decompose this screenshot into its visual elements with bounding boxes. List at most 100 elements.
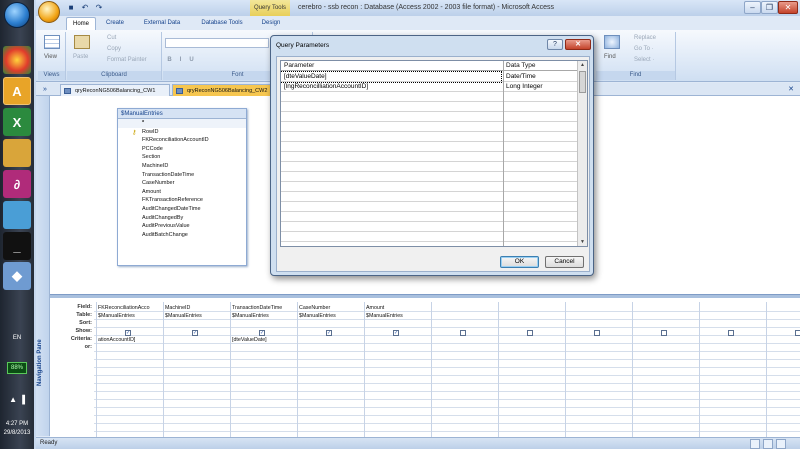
parameter-row[interactable] [281,102,577,112]
parameter-row[interactable] [281,152,577,162]
parameter-row[interactable] [281,212,577,222]
field-cell[interactable]: FKReconciliationAcco [98,304,162,312]
criteria-cell[interactable] [299,336,363,344]
chevron-right-icon[interactable]: » [38,84,52,95]
field-cell[interactable]: CaseNumber [299,304,363,312]
cut-button[interactable]: Cut [107,35,116,41]
table-cell[interactable]: $ManualEntries [232,312,296,320]
scroll-up-icon[interactable]: ▲ [578,61,587,70]
criteria-cell[interactable] [165,336,229,344]
tab-home[interactable]: Home [66,17,96,30]
italic-icon[interactable]: I [176,56,185,65]
parameter-row[interactable]: [lngReconcilliationAccountID] Long Intege… [281,82,577,92]
media-icon[interactable]: ◆ [3,262,31,290]
query-grid-column[interactable]: TransactionDateTime $ManualEntries ✓ [dteVa… [230,302,296,437]
field-list[interactable]: $ManualEntries * ⚷ RowID FKReconciliationAc… [117,108,247,266]
format-painter-button[interactable]: Format Painter [107,57,147,63]
replace-button[interactable]: Replace [634,35,656,41]
table-cell[interactable]: $ManualEntries [366,312,430,320]
table-cell[interactable] [500,312,564,320]
table-cell[interactable] [634,312,698,320]
query-grid[interactable]: Field: Table: Sort: Show: Criteria: or: FKRec… [50,298,800,437]
language-indicator[interactable]: EN [0,335,34,341]
field-cell[interactable] [701,304,765,312]
field-cell[interactable]: MachineID [165,304,229,312]
minimize-button[interactable]: – [744,1,761,14]
close-button[interactable]: ✕ [778,1,798,14]
parameter-row[interactable] [281,142,577,152]
criteria-cell[interactable] [768,336,800,344]
field-cell[interactable]: TransactionDateTime [232,304,296,312]
field-cell[interactable] [433,304,497,312]
binoculars-icon[interactable] [604,35,620,49]
field-cell[interactable] [500,304,564,312]
field-list-item[interactable]: AuditBatchChange [118,231,246,240]
parameter-row[interactable] [281,192,577,202]
start-button[interactable] [4,2,30,28]
excel-icon[interactable]: X [3,108,31,136]
ok-button[interactable]: OK [500,256,539,268]
field-cell[interactable]: Amount [366,304,430,312]
query-grid-column[interactable]: FKReconciliationAcco $ManualEntries ✓ ation… [96,302,162,437]
field-cell[interactable] [634,304,698,312]
view-button[interactable]: View [44,54,57,60]
datasheet-view-button[interactable] [750,439,760,449]
parameters-grid[interactable]: Parameter Data Type [dteValueDate] Date/T… [280,60,588,247]
design-view-button[interactable] [776,439,786,449]
field-list-item[interactable]: Amount [118,188,246,197]
bold-icon[interactable]: B [165,56,174,65]
field-list-item[interactable]: CaseNumber [118,179,246,188]
parameter-row[interactable] [281,202,577,212]
data-type-column-header[interactable]: Data Type [503,61,577,71]
query-grid-column[interactable] [632,302,698,437]
terminal-icon[interactable]: _ [3,232,31,260]
parameter-row[interactable] [281,232,577,242]
parameter-row[interactable] [281,132,577,142]
criteria-cell[interactable] [701,336,765,344]
office-button[interactable] [38,1,60,23]
paste-button[interactable]: Paste [73,54,88,60]
close-document-icon[interactable]: ✕ [784,84,798,95]
help-button[interactable]: ? [547,39,563,50]
data-type-cell[interactable]: Date/Time [503,72,577,82]
navigation-pane-label[interactable]: Navigation Pane [37,339,43,386]
datasheet-view-icon[interactable] [44,35,60,49]
parameter-row[interactable]: [dteValueDate] Date/Time [281,71,577,83]
field-list-item[interactable]: AuditChangedBy [118,214,246,223]
paste-icon[interactable] [74,35,90,49]
query-grid-column[interactable] [498,302,564,437]
save-icon[interactable]: ■ [66,3,76,13]
doc-tab-cw2[interactable]: qryReconNG506Balancing_CW2 [172,84,272,96]
underline-icon[interactable]: U [187,56,196,65]
redo-icon[interactable]: ↷ [94,3,104,13]
field-list-title[interactable]: $ManualEntries [118,109,246,119]
table-cell[interactable]: $ManualEntries [165,312,229,320]
field-cell[interactable] [567,304,631,312]
field-list-item[interactable]: ⚷ RowID [118,128,246,137]
navigation-pane[interactable]: Navigation Pane [36,96,50,436]
parameter-row[interactable] [281,182,577,192]
find-button[interactable]: Find [604,54,616,60]
field-list-item[interactable]: * [118,119,246,128]
access-icon[interactable]: A [3,77,31,105]
parameter-row[interactable] [281,222,577,232]
tab-design[interactable]: Design [254,17,288,30]
font-name-box[interactable] [165,38,269,48]
criteria-cell[interactable] [366,336,430,344]
acrobat-icon[interactable]: ∂ [3,170,31,198]
table-cell[interactable] [701,312,765,320]
doc-tab-cw1[interactable]: qryReconNG506Balancing_CW1 [60,84,170,96]
field-list-item[interactable]: PCCode [118,145,246,154]
table-cell[interactable] [567,312,631,320]
query-grid-column[interactable] [431,302,497,437]
undo-icon[interactable]: ↶ [80,3,90,13]
table-cell[interactable]: $ManualEntries [299,312,363,320]
parameter-column-header[interactable]: Parameter [281,61,503,71]
criteria-cell[interactable]: ationAccountID] [98,336,162,344]
table-cell[interactable] [768,312,800,320]
query-grid-column[interactable]: Amount $ManualEntries ✓ [364,302,430,437]
table-cell[interactable] [433,312,497,320]
data-type-cell[interactable]: Long Integer [503,82,577,92]
select-button[interactable]: Select · [634,57,654,63]
field-list-item[interactable]: FKTransactionReference [118,196,246,205]
